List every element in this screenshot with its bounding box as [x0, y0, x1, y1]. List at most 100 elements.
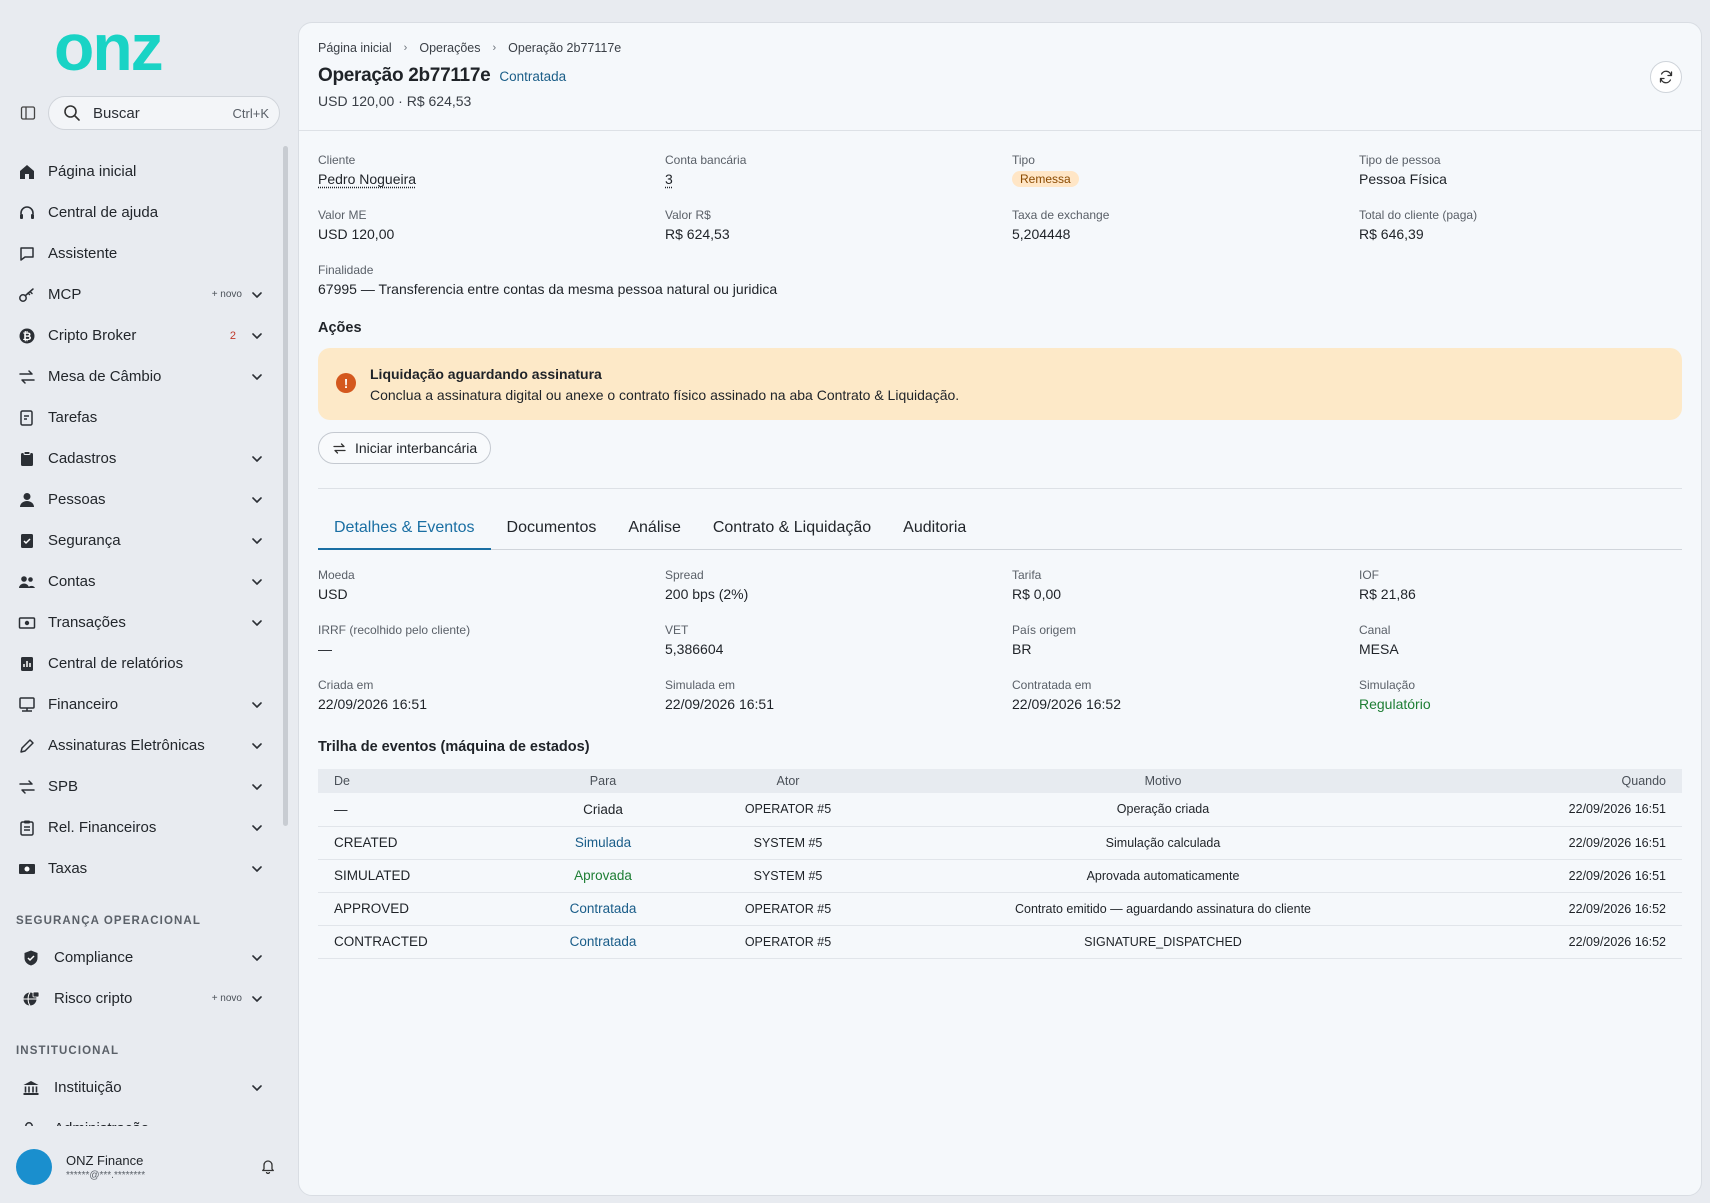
search-input[interactable]: Buscar Ctrl+K — [48, 96, 280, 130]
chevron-down-icon[interactable] — [250, 452, 264, 466]
field-3: IOF R$ 21,86 — [1359, 568, 1679, 623]
user-profile[interactable]: ONZ Finance ******@***.******** — [16, 1147, 278, 1187]
field-4: Valor ME USD 120,00 — [318, 208, 665, 263]
sidebar-item-help[interactable]: Central de ajuda — [0, 192, 282, 233]
field-2: Tipo Remessa — [1012, 153, 1359, 208]
breadcrumb-current: Operação 2b77117e — [508, 41, 622, 55]
chevron-down-icon[interactable] — [250, 288, 264, 302]
sidebar-item-label: Segurança — [48, 532, 121, 549]
page-header: Página inicial › Operações › Operação 2b… — [299, 23, 1701, 131]
cell-from: — — [334, 801, 348, 817]
sidebar-item-security[interactable]: Segurança — [0, 520, 282, 561]
sidebar-item-admin[interactable]: Administração — [0, 1108, 282, 1126]
field-value: USD 120,00 — [318, 226, 395, 242]
chevron-down-icon[interactable] — [250, 951, 264, 965]
breadcrumb-operations[interactable]: Operações — [419, 41, 480, 55]
field-label: Simulada em — [665, 678, 736, 692]
panel-toggle-icon[interactable] — [18, 103, 38, 123]
chevron-down-icon[interactable] — [250, 493, 264, 507]
chevron-down-icon[interactable] — [250, 575, 264, 589]
sidebar-item-finance[interactable]: Financeiro — [0, 684, 282, 725]
sidebar-item-tasks[interactable]: Tarefas — [0, 397, 282, 438]
actions-title: Ações — [318, 320, 362, 336]
field-value: 22/09/2026 16:51 — [318, 696, 427, 712]
sidebar-item-home[interactable]: Página inicial — [0, 151, 282, 192]
sidebar-scrollbar[interactable] — [283, 146, 288, 826]
cell-when: 22/09/2026 16:51 — [1568, 868, 1666, 883]
sidebar-item-reports[interactable]: Central de relatórios — [0, 643, 282, 684]
tab-1[interactable]: Documentos — [491, 509, 613, 549]
sidebar-item-registry[interactable]: Cadastros — [0, 438, 282, 479]
type-badge: Remessa — [1012, 171, 1079, 187]
cell-from: SIMULATED — [334, 868, 411, 883]
onz-logo[interactable]: onz — [54, 22, 239, 78]
avatar[interactable] — [16, 1149, 52, 1185]
field-value: USD — [318, 586, 348, 602]
field-value[interactable]: Pedro Nogueira — [318, 171, 665, 187]
sidebar-item-label: Contas — [48, 573, 96, 590]
refresh-button[interactable] — [1650, 61, 1682, 93]
cell-to: Contratada — [569, 901, 637, 916]
chevron-down-icon[interactable] — [250, 329, 264, 343]
field-label: VET — [665, 623, 689, 637]
chevron-down-icon[interactable] — [250, 1081, 264, 1095]
column-header-to[interactable]: Para — [518, 769, 688, 793]
tab-2[interactable]: Análise — [612, 509, 696, 549]
field-value: 5,204448 — [1012, 226, 1071, 242]
chevron-down-icon[interactable] — [250, 534, 264, 548]
sidebar-item-fx[interactable]: Mesa de Câmbio — [0, 356, 282, 397]
exchange-icon — [332, 441, 347, 456]
section-security: SEGURANÇA OPERACIONAL — [16, 915, 201, 927]
bell-icon[interactable] — [260, 1158, 278, 1176]
alert-title: Liquidação aguardando assinatura — [370, 365, 602, 382]
details-grid: Moeda USD Spread 200 bps (2%) Tarifa R$ 0,0… — [318, 568, 1682, 733]
tab-bar: Detalhes & Eventos Documentos Análise Contr… — [318, 509, 1682, 550]
sidebar-item-compliance[interactable]: Compliance — [0, 937, 282, 978]
field-label: Criada em — [318, 678, 374, 692]
cell-reason: Aprovada automaticamente — [1086, 868, 1240, 883]
chevron-down-icon[interactable] — [250, 1122, 264, 1126]
tab-3[interactable]: Contrato & Liquidação — [697, 509, 887, 549]
tab-0[interactable]: Detalhes & Eventos — [318, 509, 491, 550]
sidebar-item-transactions[interactable]: Transações — [0, 602, 282, 643]
field-4: IRRF (recolhido pelo cliente) — — [318, 623, 665, 678]
sidebar-item-institution[interactable]: Instituição — [0, 1067, 282, 1108]
sidebar-item-fees[interactable]: Taxas — [0, 848, 282, 889]
start-interbank-button[interactable]: Iniciar interbancária — [318, 432, 492, 464]
svg-text:₿: ₿ — [23, 330, 32, 343]
chevron-down-icon[interactable] — [250, 992, 264, 1006]
status-badge: Contratada — [499, 69, 567, 84]
column-header-reason[interactable]: Motivo — [888, 769, 1438, 793]
field-7: Total do cliente (paga) R$ 646,39 — [1359, 208, 1679, 263]
chevron-down-icon[interactable] — [250, 616, 264, 630]
sidebar-item-spb[interactable]: SPB — [0, 766, 282, 807]
sidebar-item-mcp[interactable]: MCP + novo — [0, 274, 282, 315]
sidebar-item-label: Cripto Broker — [48, 327, 137, 344]
cell-when: 22/09/2026 16:51 — [1568, 802, 1666, 817]
column-header-from[interactable]: De — [318, 769, 518, 793]
field-value[interactable]: 3 — [665, 171, 1012, 187]
chevron-down-icon[interactable] — [250, 821, 264, 835]
sidebar-item-people[interactable]: Pessoas — [0, 479, 282, 520]
tab-4[interactable]: Auditoria — [887, 509, 982, 549]
chevron-down-icon[interactable] — [250, 862, 264, 876]
sidebar-item-accounts[interactable]: Contas — [0, 561, 282, 602]
chevron-down-icon[interactable] — [250, 780, 264, 794]
sidebar-item-assistant[interactable]: Assistente — [0, 233, 282, 274]
svg-text:onz: onz — [54, 22, 162, 78]
chevron-down-icon[interactable] — [250, 698, 264, 712]
search-placeholder: Buscar — [93, 104, 140, 122]
column-header-when[interactable]: Quando — [1438, 769, 1682, 793]
sidebar-item-label: Administração — [54, 1120, 250, 1126]
sidebar-item-esign[interactable]: Assinaturas Eletrônicas — [0, 725, 282, 766]
chevron-down-icon[interactable] — [250, 739, 264, 753]
sidebar-item-crypto[interactable]: ₿ Cripto Broker 2 — [0, 315, 282, 356]
chevron-down-icon[interactable] — [250, 370, 264, 384]
breadcrumb-home[interactable]: Página inicial — [318, 41, 392, 55]
sidebar-item-crypto-risk[interactable]: Risco cripto + novo — [0, 978, 282, 1019]
sidebar-item-label: Mesa de Câmbio — [48, 368, 162, 385]
column-header-actor[interactable]: Ator — [688, 769, 888, 793]
sidebar-item-finrel[interactable]: Rel. Financeiros — [0, 807, 282, 848]
field-1: Conta bancária 3 — [665, 153, 1012, 208]
cell-when: 22/09/2026 16:51 — [1568, 835, 1666, 850]
